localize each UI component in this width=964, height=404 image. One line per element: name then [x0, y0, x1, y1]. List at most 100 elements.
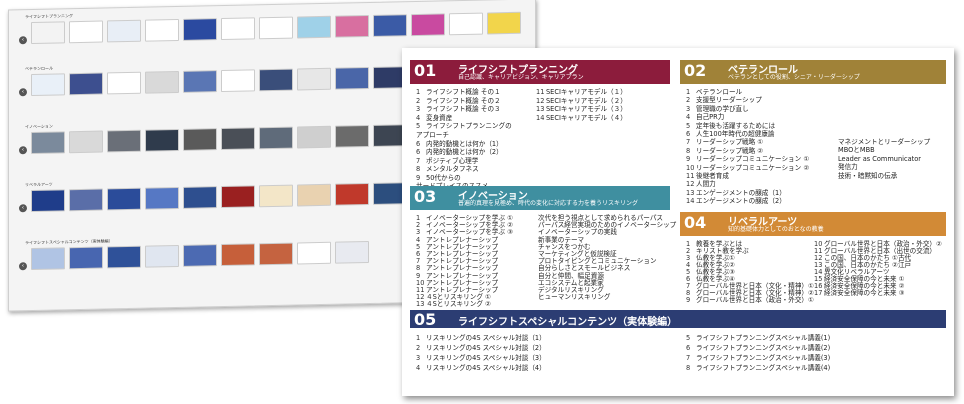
list-item[interactable]: Leader as Communicator	[828, 155, 921, 163]
list-item[interactable]: 7 ライフシフトプランニングスペシャル講義(3)	[686, 354, 830, 362]
video-thumbnail[interactable]	[183, 244, 217, 267]
video-thumbnail[interactable]	[221, 127, 255, 151]
list-item[interactable]: 4 自己PR力	[686, 113, 724, 121]
video-thumbnail[interactable]	[335, 124, 369, 148]
video-thumbnail[interactable]	[335, 240, 369, 264]
list-item[interactable]: 5 定年後も活躍するためには	[686, 122, 775, 130]
list-item[interactable]: 6 ライフシフトプランニングスペシャル講義(2)	[686, 344, 830, 352]
video-thumbnail[interactable]	[31, 73, 65, 97]
list-item[interactable]: 12 SECIキャリアモデル（２）	[536, 97, 627, 105]
list-item[interactable]: 11 SECIキャリアモデル（１）	[536, 88, 627, 96]
video-thumbnail[interactable]	[183, 128, 217, 151]
list-item[interactable]: 4 変身資産	[416, 114, 452, 122]
list-item[interactable]: 13 ４Sとリスキリング ②	[416, 300, 491, 308]
video-thumbnail[interactable]	[221, 185, 255, 209]
list-item[interactable]: 6 人生100年時代の超健康論	[686, 130, 775, 138]
list-item[interactable]: 6 内発的動機とは何か（2）	[416, 148, 503, 156]
list-item[interactable]: 3 管理職の学び直し	[686, 105, 749, 113]
video-thumbnail[interactable]	[107, 71, 141, 95]
list-item[interactable]: 7 ポジティブ心理学	[416, 157, 478, 165]
list-item[interactable]: 2 支援型リーダーシップ	[686, 96, 762, 104]
list-item[interactable]: 13 SECIキャリアモデル（３）	[536, 105, 627, 113]
video-thumbnail[interactable]	[221, 69, 255, 93]
video-thumbnail[interactable]	[259, 242, 293, 266]
video-thumbnail[interactable]	[221, 243, 255, 267]
list-item[interactable]: 6 内発的動機とは何か（1）	[416, 140, 503, 148]
video-thumbnail[interactable]	[69, 20, 103, 44]
video-thumbnail[interactable]	[107, 129, 141, 153]
video-thumbnail[interactable]	[145, 128, 179, 152]
video-thumbnail[interactable]	[449, 12, 483, 36]
list-item[interactable]: 5 ライフシフトプランニングの アプローチ	[416, 122, 512, 138]
video-thumbnail[interactable]	[297, 67, 331, 91]
video-thumbnail[interactable]	[487, 11, 521, 35]
video-thumbnail[interactable]	[69, 72, 103, 96]
list-item[interactable]: 17 経済安全保障の今と未来 ③	[814, 289, 905, 297]
list-item[interactable]: 8 メンタルタフネス	[416, 165, 479, 173]
video-thumbnail[interactable]	[297, 241, 331, 265]
video-thumbnail[interactable]	[335, 182, 369, 206]
list-item[interactable]: 4 リスキリングの4S スペシャル対談（4）	[416, 364, 546, 372]
video-thumbnail[interactable]	[145, 244, 179, 268]
video-thumbnail[interactable]	[183, 18, 217, 41]
video-thumbnail[interactable]	[145, 186, 179, 210]
video-thumbnail[interactable]	[373, 14, 407, 37]
list-item[interactable]: 1 ライフシフト概論 その１	[416, 88, 501, 96]
scroll-left-button[interactable]: ‹	[19, 88, 27, 97]
video-thumbnail[interactable]	[259, 16, 293, 40]
list-item[interactable]: 3 ライフシフト概論 その３	[416, 105, 501, 113]
video-thumbnail[interactable]	[69, 130, 103, 154]
list-item[interactable]: 1 ベテランロール	[686, 88, 742, 96]
list-item[interactable]: マネジメントとリーダーシップ	[828, 138, 930, 146]
scroll-left-button[interactable]: ‹	[19, 262, 27, 271]
video-thumbnail[interactable]	[259, 68, 293, 92]
list-item[interactable]: 9 リーダーシップコミュニケーション ①	[686, 155, 809, 163]
list-item[interactable]: 技術・暗黙知の伝承	[828, 172, 897, 180]
list-item[interactable]: 1 リスキリングの4S スペシャル対談（1）	[416, 334, 546, 342]
video-thumbnail[interactable]	[145, 18, 179, 42]
video-thumbnail[interactable]	[31, 131, 65, 155]
list-item[interactable]: MBOとMBB	[828, 146, 875, 154]
video-thumbnail[interactable]	[69, 188, 103, 212]
list-item[interactable]: 10 リーダーシップコミュニケーション ②	[686, 164, 809, 172]
video-thumbnail[interactable]	[107, 19, 141, 43]
video-thumbnail[interactable]	[259, 184, 293, 208]
list-item[interactable]: 14 エンゲージメントの醸成（2）	[686, 197, 786, 205]
list-item[interactable]: 8 ライフシフトプランニングスペシャル講義(4)	[686, 364, 830, 372]
video-thumbnail[interactable]	[297, 183, 331, 207]
video-thumbnail[interactable]	[107, 187, 141, 211]
video-thumbnail[interactable]	[297, 15, 331, 39]
video-thumbnail[interactable]	[297, 125, 331, 149]
video-thumbnail[interactable]	[335, 66, 369, 90]
video-thumbnail[interactable]	[107, 245, 141, 269]
list-item[interactable]: 2 ライフシフト概論 その２	[416, 97, 501, 105]
list-item[interactable]: 12 人間力	[686, 180, 716, 188]
list-item[interactable]: 9 グローバル世界と日本（政治・外交）①	[686, 296, 814, 304]
video-thumbnail[interactable]	[183, 70, 217, 93]
list-item[interactable]: 3 リスキリングの4S スペシャル対談（3）	[416, 354, 546, 362]
scroll-left-button[interactable]: ‹	[19, 204, 27, 213]
video-thumbnail[interactable]	[335, 14, 369, 38]
video-thumbnail[interactable]	[183, 186, 217, 209]
scroll-left-button[interactable]: ‹	[19, 36, 27, 45]
video-thumbnail[interactable]	[145, 70, 179, 94]
video-thumbnail[interactable]	[259, 126, 293, 150]
video-thumbnail[interactable]	[69, 246, 103, 270]
video-thumbnail[interactable]	[221, 17, 255, 41]
list-item[interactable]: 13 エンゲージメントの醸成（1）	[686, 189, 786, 197]
video-thumbnail[interactable]	[31, 189, 65, 213]
list-item[interactable]: 2 リスキリングの4S スペシャル対談（2）	[416, 344, 546, 352]
list-item[interactable]: 11 後継者育成	[686, 172, 729, 180]
video-thumbnail[interactable]	[411, 13, 445, 37]
list-item[interactable]: 5 ライフシフトプランニングスペシャル講義(1)	[686, 334, 830, 342]
list-item[interactable]: 7 リーダーシップ戦略 ①	[686, 138, 763, 146]
list-item[interactable]: 発信力	[828, 163, 858, 171]
item-label: ベテランロール	[696, 88, 743, 96]
video-thumbnail[interactable]	[31, 247, 65, 271]
item-label: 経済安全保障の今と未来 ③	[824, 289, 905, 297]
list-item[interactable]: 14 SECIキャリアモデル（４）	[536, 114, 627, 122]
scroll-left-button[interactable]: ‹	[19, 146, 27, 155]
list-item[interactable]: 8 リーダーシップ戦略 ②	[686, 147, 763, 155]
list-item[interactable]: ヒューマンリスキリング	[528, 293, 611, 301]
video-thumbnail[interactable]	[31, 21, 65, 45]
